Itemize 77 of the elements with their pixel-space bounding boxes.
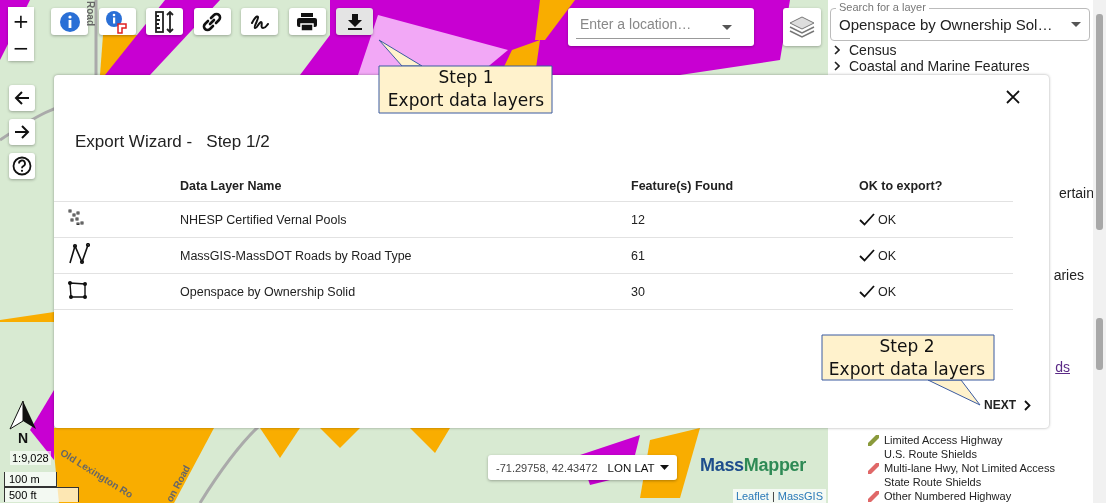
tool-button[interactable] bbox=[336, 8, 373, 35]
forward-button[interactable] bbox=[9, 119, 35, 145]
caret-icon bbox=[659, 465, 669, 470]
scale-bar: 500 ft bbox=[4, 487, 79, 502]
printer-icon bbox=[296, 11, 318, 32]
left-arrow-icon bbox=[14, 90, 30, 106]
column-header: Data Layer Name bbox=[180, 178, 282, 193]
layer-category[interactable]: ertain bbox=[1058, 185, 1094, 201]
export-status: OK bbox=[878, 284, 897, 299]
polyline-icon bbox=[68, 243, 90, 265]
export-status: OK bbox=[878, 212, 897, 227]
column-header: OK to export? bbox=[859, 178, 943, 193]
logo-text: MassMapper bbox=[700, 455, 807, 476]
chevron-right-icon bbox=[834, 60, 840, 71]
callout-title: Step 2 bbox=[879, 335, 935, 358]
info-area-icon bbox=[105, 9, 129, 34]
tool-button[interactable] bbox=[193, 8, 231, 35]
north-label: N bbox=[17, 430, 29, 446]
legend-label: Limited Access Highway bbox=[884, 434, 1003, 446]
points-icon bbox=[68, 209, 86, 227]
scale-ratio: 1:9,028 bbox=[10, 451, 51, 465]
download-icon bbox=[345, 12, 364, 31]
tool-button[interactable] bbox=[288, 8, 326, 35]
zoom-out-button[interactable]: − bbox=[8, 34, 34, 61]
road-label: on Road bbox=[163, 463, 193, 503]
layer-category[interactable]: aries bbox=[1053, 267, 1084, 283]
parcel-area bbox=[0, 312, 54, 322]
coordinate-format-dropdown[interactable]: LON LAT bbox=[607, 461, 669, 474]
feature-count: 30 bbox=[631, 284, 645, 299]
legend-link[interactable]: ds bbox=[1055, 359, 1070, 375]
legend-label: Multi-lane Hwy, Not Limited Access bbox=[884, 462, 1055, 474]
tool-button[interactable] bbox=[241, 8, 278, 35]
callout-text: Export data layers bbox=[387, 89, 545, 112]
close-icon bbox=[1006, 90, 1020, 104]
road-label: Road bbox=[85, 1, 96, 26]
scrollbar-thumb[interactable] bbox=[1096, 318, 1103, 370]
caret-icon bbox=[1071, 22, 1081, 27]
dialog-title: Export Wizard - Step 1/2 bbox=[75, 132, 271, 152]
layer-category[interactable]: Coastal and Marine Features bbox=[830, 58, 1090, 73]
polygon-icon bbox=[68, 281, 88, 299]
location-search-field[interactable]: Enter a location… bbox=[568, 8, 754, 46]
ruler-icon bbox=[152, 9, 177, 34]
callout-text: Export data layers bbox=[828, 358, 986, 381]
help-button[interactable] bbox=[9, 153, 35, 179]
coordinates-text: -71.29758, 42.43472 bbox=[496, 461, 598, 474]
layers-icon bbox=[789, 15, 815, 39]
legend-label: U.S. Route Shields bbox=[884, 448, 977, 460]
right-arrow-icon bbox=[14, 124, 30, 140]
north-arrow-icon bbox=[9, 400, 37, 430]
attribution-link[interactable]: MassGIS bbox=[777, 490, 823, 502]
scale-bar: 100 m bbox=[4, 472, 57, 487]
scrollbar-thumb[interactable] bbox=[1096, 14, 1103, 230]
callout-title: Step 1 bbox=[438, 66, 494, 89]
field-label: Search for a layer bbox=[836, 0, 929, 14]
info-icon bbox=[58, 10, 81, 33]
legend-label: Other Numbered Highway bbox=[884, 490, 1012, 502]
column-header: Feature(s) Found bbox=[631, 178, 734, 193]
zoom-in-button[interactable]: + bbox=[8, 7, 34, 34]
legend-label: State Route Shields bbox=[884, 476, 982, 488]
chevron-right-icon bbox=[834, 44, 840, 55]
layer-name: Openspace by Ownership Solid bbox=[180, 284, 356, 299]
export-status: OK bbox=[878, 248, 897, 263]
caret-icon bbox=[722, 25, 732, 30]
next-button[interactable]: NEXT bbox=[982, 394, 1033, 416]
layer-category[interactable]: Census bbox=[830, 42, 1090, 57]
chevron-right-icon bbox=[1024, 399, 1031, 411]
scrollbar[interactable] bbox=[1093, 0, 1106, 503]
layer-name: NHESP Certified Vernal Pools bbox=[180, 212, 347, 227]
attribution-link[interactable]: Leaflet bbox=[735, 490, 769, 502]
feature-count: 61 bbox=[631, 248, 645, 263]
layer-name: MassGIS-MassDOT Roads by Road Type bbox=[180, 248, 412, 263]
help-icon bbox=[12, 156, 32, 176]
back-button[interactable] bbox=[9, 85, 35, 111]
tool-button[interactable] bbox=[146, 8, 183, 35]
feature-count: 12 bbox=[631, 212, 645, 227]
attribution-separator: | bbox=[771, 490, 775, 502]
layers-button[interactable] bbox=[783, 8, 821, 46]
